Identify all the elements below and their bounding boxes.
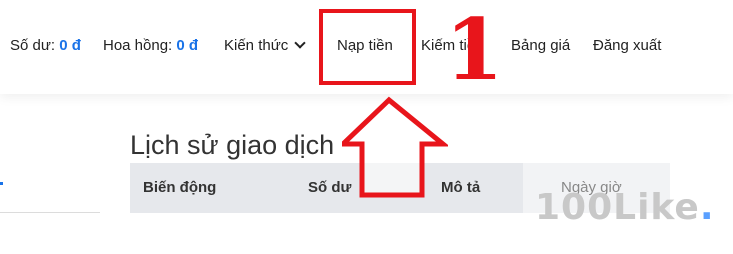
highlight-box-annotation <box>319 9 416 85</box>
commission-value: 0 đ <box>176 37 199 54</box>
watermark-text: 100Like <box>535 187 700 228</box>
chevron-down-icon <box>294 37 306 49</box>
watermark-dot: . <box>699 187 715 228</box>
balance-link[interactable]: Số dư: 0 đ <box>10 37 81 54</box>
sidebar-active-marker <box>0 182 3 185</box>
page-title: Lịch sử giao dịch <box>130 130 335 160</box>
watermark-logo: 100Like. <box>535 187 715 228</box>
balance-value: 0 đ <box>59 37 81 54</box>
sidebar-divider <box>0 212 100 213</box>
commission-label: Hoa hồng: <box>103 37 173 54</box>
nav-knowledge-dropdown[interactable]: Kiến thức <box>224 37 306 54</box>
up-arrow-icon <box>342 96 448 198</box>
column-header-change: Biến động <box>143 179 217 196</box>
nav-logout-link[interactable]: Đăng xuất <box>593 37 661 54</box>
balance-label: Số dư: <box>10 37 56 54</box>
nav-pricing-link[interactable]: Bảng giá <box>511 37 570 54</box>
nav-knowledge-label: Kiến thức <box>224 37 289 54</box>
step-number-annotation: 1 <box>445 0 504 99</box>
commission-link[interactable]: Hoa hồng: 0 đ <box>103 37 198 54</box>
